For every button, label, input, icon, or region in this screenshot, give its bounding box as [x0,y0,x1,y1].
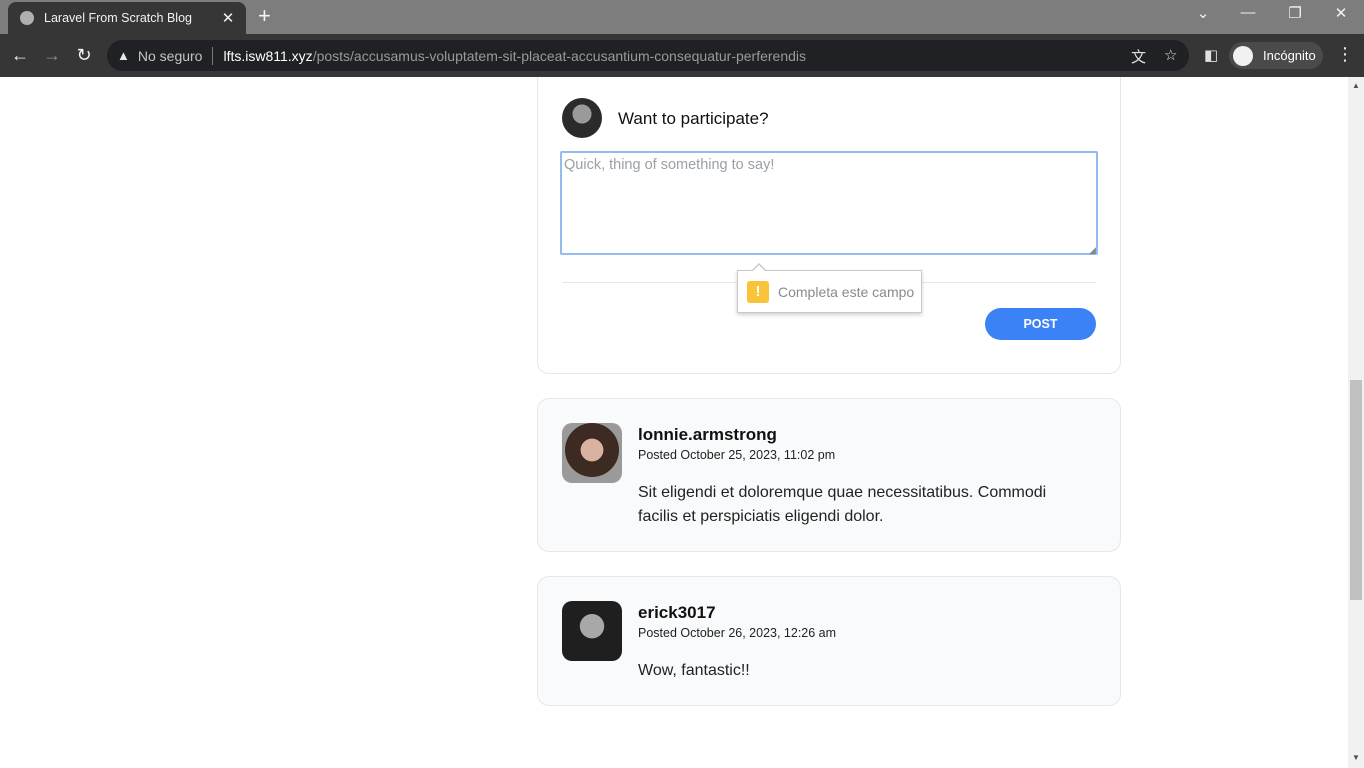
tab-title: Laravel From Scratch Blog [44,11,192,25]
comment-username: lonnie.armstrong [638,425,777,444]
warning-icon: ! [747,280,769,303]
url-path: /posts/accusamus-voluptatem-sit-placeat-… [312,47,807,64]
scroll-down-icon[interactable]: ▼ [1352,753,1360,762]
globe-icon [20,11,34,25]
comment-card: erick3017 Posted October 26, 2023, 12:26… [537,576,1121,706]
star-icon[interactable]: ☆ [1164,46,1177,64]
browser-tab[interactable]: Laravel From Scratch Blog ✕ [8,2,246,34]
window-close-icon[interactable]: ✕ [1326,4,1356,22]
comment-username: erick3017 [638,603,716,622]
post-button[interactable]: POST [985,308,1096,340]
tab-close-icon[interactable]: ✕ [220,9,236,27]
incognito-icon [1233,45,1253,66]
back-icon[interactable]: ← [8,44,32,66]
avatar [562,601,622,661]
page-viewport: Want to participate? ◢ POST ! Completa e… [0,77,1348,768]
form-heading: Want to participate? [618,109,769,128]
avatar [562,423,622,483]
avatar [562,98,602,138]
address-bar[interactable]: ▲ No seguro lfts.isw811.xyz /posts/accus… [107,40,1189,71]
tab-strip: Laravel From Scratch Blog ✕ + ⌄ — ❐ ✕ [0,0,1364,34]
minimize-icon[interactable]: — [1233,4,1263,21]
warning-icon[interactable]: ▲ [117,48,130,63]
comment-card: lonnie.armstrong Posted October 25, 2023… [537,398,1121,552]
incognito-indicator[interactable]: Incógnito [1229,42,1323,69]
translate-icon[interactable]: 文 [1131,46,1146,67]
comment-body: Wow, fantastic!! [638,662,750,679]
comment-body: Sit eligendi et doloremque quae necessit… [638,484,1047,525]
scrollbar-thumb[interactable] [1350,380,1362,600]
url-host: lfts.isw811.xyz [223,47,313,64]
scroll-up-icon[interactable]: ▲ [1352,81,1360,90]
validation-tooltip: ! Completa este campo [737,263,922,313]
tab-search-icon[interactable]: ⌄ [1188,4,1218,22]
omnibox-separator [212,46,214,65]
sidepanel-icon[interactable]: ◧ [1204,46,1218,64]
resize-handle-icon[interactable]: ◢ [1089,245,1096,256]
comment-textarea[interactable] [560,151,1098,255]
new-tab-button[interactable]: + [258,5,271,27]
restore-icon[interactable]: ❐ [1280,4,1310,22]
comment-form: Want to participate? ◢ POST [537,77,1121,374]
comment-date: Posted October 25, 2023, 11:02 pm [638,448,836,462]
forward-icon[interactable]: → [40,44,64,66]
incognito-label: Incógnito [1263,48,1316,63]
comment-date: Posted October 26, 2023, 12:26 am [638,626,837,640]
validation-message: Completa este campo [778,283,915,300]
reload-icon[interactable]: ↻ [72,44,96,66]
menu-icon[interactable]: ⋮ [1336,44,1354,65]
security-label[interactable]: No seguro [138,48,203,64]
vertical-scrollbar[interactable]: ▲ ▼ [1348,77,1364,768]
